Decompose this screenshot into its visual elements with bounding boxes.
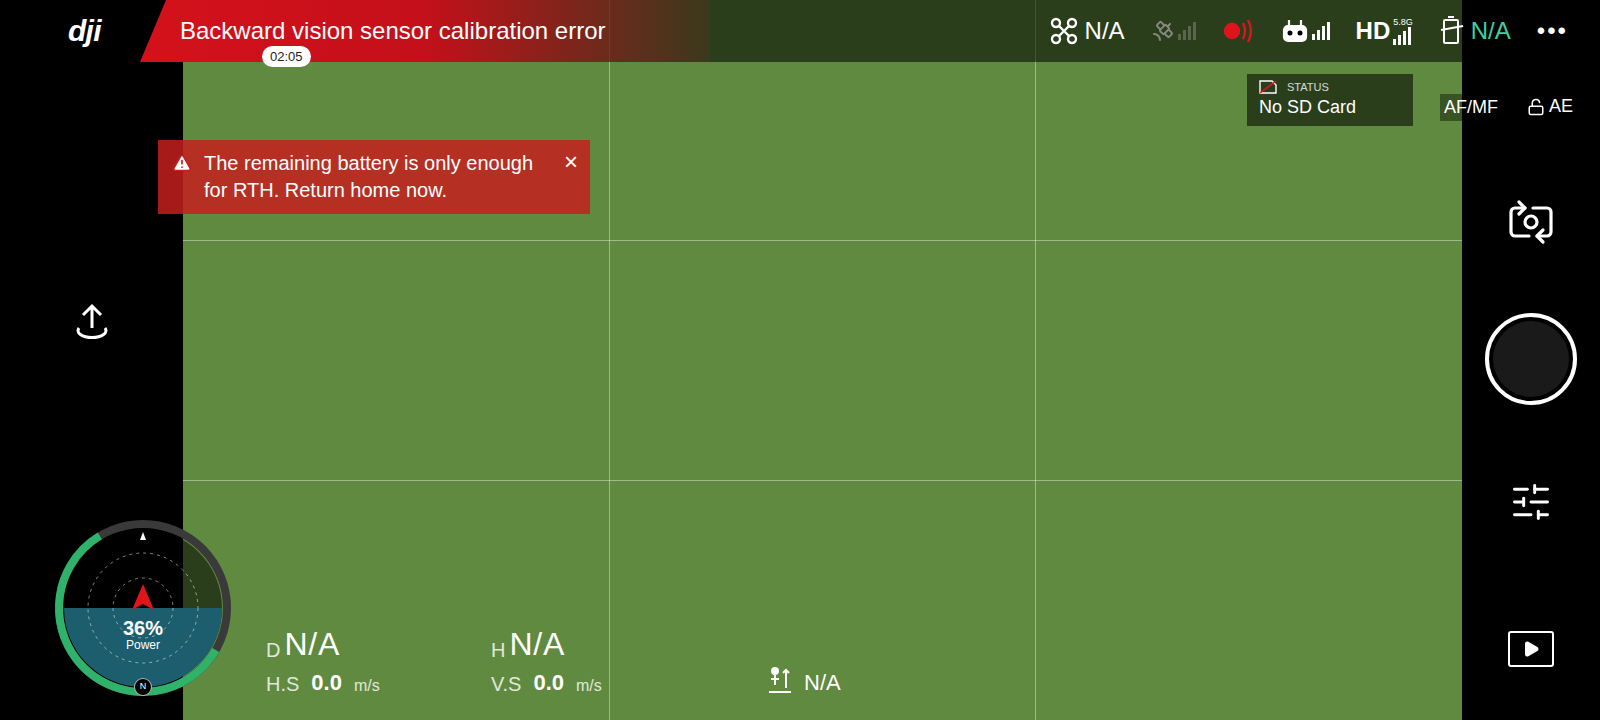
compass-dial-icon	[53, 518, 233, 698]
telemetry-item: HN/A	[491, 628, 716, 660]
grid-line	[1035, 0, 1036, 720]
battery-warning: The remaining battery is only enough for…	[158, 140, 590, 214]
grid-line	[183, 480, 1462, 481]
signal-bar	[1312, 34, 1315, 40]
flight-time: 02:05	[262, 46, 311, 67]
signal-bar	[1183, 30, 1186, 40]
drone-icon	[1049, 16, 1079, 46]
exposure-lock[interactable]: AE	[1527, 93, 1573, 120]
flight-mode: N/A	[1049, 13, 1125, 49]
close-button[interactable]: ×	[564, 150, 578, 174]
alert-text: Backward vision sensor calibration error	[180, 13, 606, 49]
power-percent: 36%	[123, 618, 163, 638]
settings-sliders-icon[interactable]	[1509, 480, 1553, 524]
compass: 36%Power N	[53, 518, 233, 698]
obstacle-sensing-icon	[1222, 18, 1256, 44]
takeoff-icon[interactable]	[67, 298, 117, 348]
signal-bar	[1322, 26, 1325, 40]
dji-logo: dji	[0, 16, 140, 46]
grid-line	[183, 240, 1462, 241]
gps-status	[1151, 19, 1196, 43]
status-group: N/A HD5.8G N/A •••	[1049, 13, 1568, 49]
more-menu[interactable]: •••	[1537, 13, 1568, 49]
shutter-button[interactable]	[1485, 313, 1577, 405]
satellite-icon	[1151, 19, 1175, 43]
playback-button[interactable]	[1508, 631, 1554, 667]
remote-status	[1282, 18, 1330, 44]
warning-icon	[172, 153, 192, 173]
signal-bar	[1193, 22, 1196, 40]
storage-value: No SD Card	[1259, 96, 1401, 119]
battery-status: N/A	[1439, 13, 1511, 49]
shutter-inner	[1493, 321, 1569, 397]
sd-card-icon	[1259, 80, 1277, 94]
video-signal	[1393, 27, 1411, 45]
signal-bar	[1317, 30, 1320, 40]
battery-icon	[1439, 16, 1465, 46]
play-icon	[1522, 640, 1540, 658]
signal-bar	[1403, 31, 1406, 45]
signal-bar	[1393, 39, 1396, 45]
speed-item: V.S0.0m/s	[491, 672, 766, 694]
telemetry: DN/AHN/AH.S0.0m/sV.S0.0m/sN/A	[266, 628, 841, 694]
remote-controller-icon	[1282, 18, 1308, 44]
video-link-status: HD5.8G	[1356, 13, 1413, 49]
signal-bar	[1327, 22, 1330, 40]
signal-bar	[1178, 34, 1181, 40]
top-bar: dji Backward vision sensor calibration er…	[0, 0, 1600, 62]
telemetry-item: DN/A	[266, 628, 491, 660]
focus-mode[interactable]: AF/MF	[1440, 94, 1502, 121]
gps-signal	[1178, 22, 1196, 40]
vps-item: N/A	[766, 666, 841, 694]
remote-signal	[1312, 22, 1330, 40]
dji-go-screen: dji Backward vision sensor calibration er…	[0, 0, 1600, 720]
signal-bar	[1398, 35, 1401, 45]
speed-item: H.S0.0m/s	[266, 672, 491, 694]
vps-height-icon	[766, 666, 794, 694]
camera-switch-icon[interactable]	[1507, 198, 1555, 246]
power-label: Power	[126, 638, 160, 653]
signal-bar	[1188, 26, 1191, 40]
alert-banner: Backward vision sensor calibration error	[140, 0, 710, 62]
grid-line	[609, 0, 610, 720]
north-marker: N	[134, 678, 152, 696]
unlock-icon	[1527, 98, 1545, 116]
storage-status: STATUSNo SD Card	[1247, 74, 1413, 126]
signal-bar	[1408, 27, 1411, 45]
